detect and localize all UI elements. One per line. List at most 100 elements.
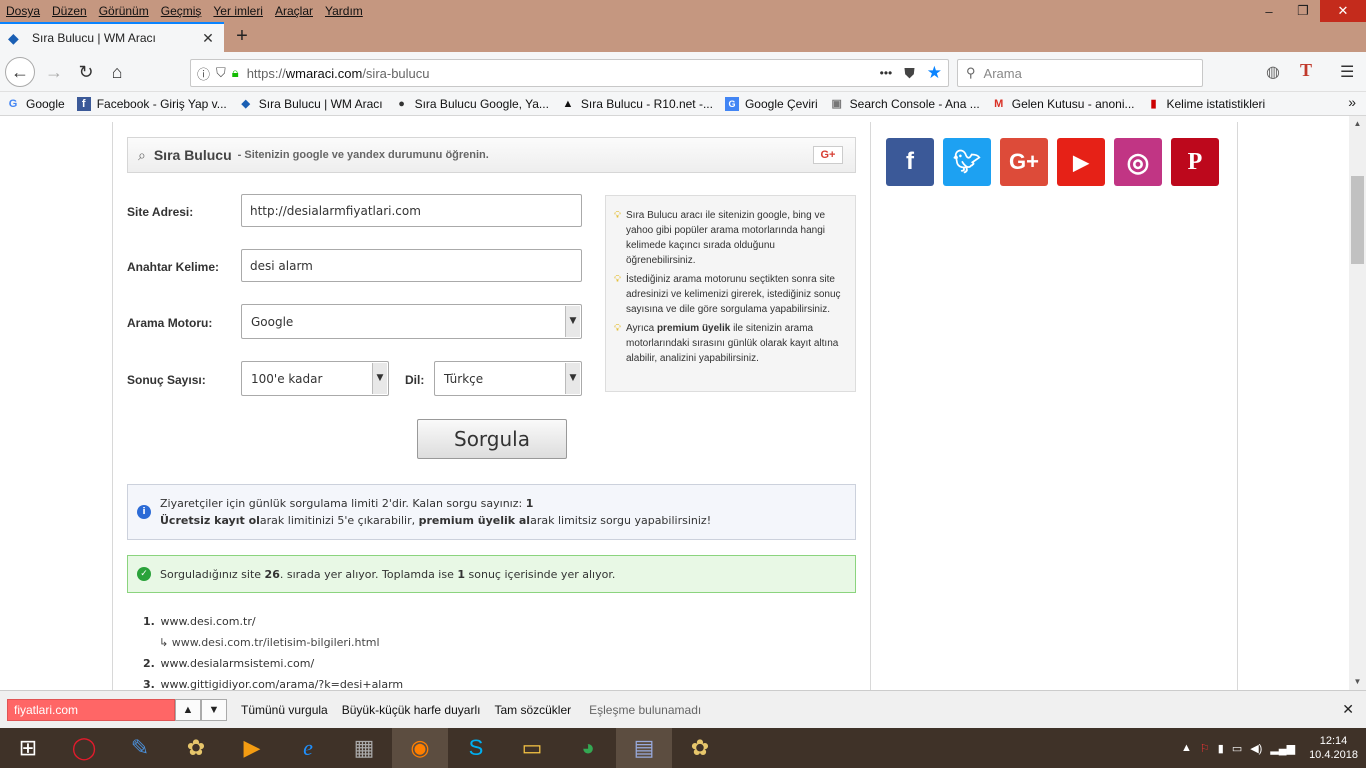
battery-icon[interactable]: ▮ — [1218, 742, 1224, 755]
bookmarks-overflow-icon[interactable]: » — [1348, 94, 1356, 110]
find-close-icon[interactable]: ✕ — [1342, 701, 1354, 718]
scroll-down-icon[interactable]: ▼ — [1349, 674, 1366, 690]
menu-gorunum[interactable]: Görünüm — [93, 4, 155, 18]
find-previous-button[interactable]: ▲ — [175, 698, 201, 721]
menu-yer-imleri[interactable]: Yer imleri — [207, 4, 269, 18]
whole-words-toggle[interactable]: Tam sözcükler — [494, 703, 571, 717]
facebook-icon: f — [76, 96, 91, 111]
twitter-icon[interactable]: 🐦︎ — [943, 138, 991, 186]
tray-overflow-icon[interactable]: ▲ — [1181, 742, 1192, 754]
menu-duzen[interactable]: Düzen — [46, 4, 93, 18]
forward-button[interactable]: → — [40, 58, 68, 86]
list-item[interactable]: 3. www.gittigidiyor.com/arama/?k=desi+al… — [143, 674, 403, 690]
bookmark-sira-bulucu-wm[interactable]: ◆ Sıra Bulucu | WM Aracı — [239, 97, 383, 111]
tab-sira-bulucu[interactable]: ◆ Sıra Bulucu | WM Aracı ✕ — [0, 22, 224, 52]
facebook-icon[interactable]: f — [886, 138, 934, 186]
notification-icon[interactable]: ⚐ — [1200, 742, 1210, 755]
list-subitem[interactable]: ↳ www.desi.com.tr/iletisim-bilgileri.htm… — [143, 632, 403, 653]
bookmark-sira-bulucu-google[interactable]: ● Sıra Bulucu Google, Ya... — [395, 97, 549, 111]
result-count-select[interactable]: 100'e kadar ▼ — [241, 361, 389, 396]
minimize-button[interactable]: – — [1252, 0, 1286, 22]
signal-icon[interactable]: ▂▄▆ — [1270, 742, 1295, 755]
site-address-input[interactable]: http://desialarmfiyatlari.com — [241, 194, 582, 227]
bookmark-r10[interactable]: ▲ Sıra Bulucu - R10.net -... — [561, 97, 713, 111]
search-box[interactable]: ⚲ Arama — [957, 59, 1203, 87]
globe-icon[interactable]: ◍ — [1266, 62, 1280, 82]
translate-extension-icon[interactable]: T — [1300, 60, 1312, 81]
keyword-input[interactable]: desi alarm — [241, 249, 582, 282]
query-submit-button[interactable]: Sorgula — [417, 419, 567, 459]
premium-link[interactable]: premium üyelik al — [419, 514, 530, 527]
scroll-up-icon[interactable]: ▲ — [1349, 116, 1366, 132]
menu-araclar[interactable]: Araçlar — [269, 4, 319, 18]
tracking-shield-icon[interactable]: ⛉ — [216, 65, 226, 81]
paint-icon-2[interactable]: ✿ — [672, 728, 728, 768]
close-window-button[interactable]: ✕ — [1320, 0, 1366, 22]
instagram-icon[interactable]: ◎ — [1114, 138, 1162, 186]
pinterest-icon[interactable]: P — [1171, 138, 1219, 186]
paint-icon[interactable]: ✿ — [168, 728, 224, 768]
app-icon[interactable]: ✎ — [112, 728, 168, 768]
result-message: Sorguladığınız site 26. sırada yer alıyo… — [160, 568, 615, 581]
result-url: www.desi.com.tr/ — [160, 615, 256, 628]
clock-time: 12:14 — [1319, 735, 1348, 747]
bookmark-search-console[interactable]: ▣ Search Console - Ana ... — [830, 97, 979, 111]
find-input[interactable]: fiyatlari.com — [7, 698, 175, 721]
google-icon: G — [8, 97, 18, 110]
clock[interactable]: 12:14 10.4.2018 — [1309, 734, 1358, 762]
lock-icon[interactable]: 🔒︎ — [232, 65, 239, 81]
maximize-button[interactable]: ❐ — [1286, 0, 1320, 22]
menu-yardim[interactable]: Yardım — [319, 4, 369, 18]
file-explorer-icon[interactable]: ▭ — [504, 728, 560, 768]
new-tab-button[interactable]: + — [230, 24, 254, 50]
internet-explorer-icon[interactable]: e — [280, 728, 336, 768]
premium-membership-text: premium üyelik — [656, 323, 731, 334]
google-plus-icon[interactable]: G+ — [1000, 138, 1048, 186]
site-address-label: Site Adresi: — [127, 205, 194, 219]
windows-start-icon[interactable]: ⊞ — [0, 728, 56, 768]
network-icon[interactable]: ▭ — [1232, 742, 1242, 755]
highlight-all-toggle[interactable]: Tümünü vurgula — [241, 703, 328, 717]
calculator-icon[interactable]: ▦ — [336, 728, 392, 768]
youtube-icon[interactable]: ▶ — [1057, 138, 1105, 186]
language-select[interactable]: Türkçe ▼ — [434, 361, 582, 396]
bookmark-label: Gelen Kutusu - anoni... — [1011, 96, 1135, 111]
media-player-icon[interactable]: ▶ — [224, 728, 280, 768]
result-msg-part: Sorguladığınız site — [160, 567, 265, 581]
bookmark-label: Sıra Bulucu | WM Aracı — [258, 96, 383, 111]
info-icon[interactable]: ⓘ — [197, 64, 210, 83]
google-plus-share-button[interactable]: G+ — [813, 146, 843, 164]
match-case-toggle[interactable]: Büyük-küçük harfe duyarlı — [342, 703, 481, 717]
bookmark-google-ceviri[interactable]: G Google Çeviri — [724, 96, 818, 111]
back-button[interactable]: ← — [5, 57, 35, 87]
bookmark-facebook[interactable]: f Facebook - Giriş Yap v... — [76, 96, 227, 111]
check-circle-icon: ✓ — [137, 567, 151, 581]
chrome-icon[interactable]: ◕ — [560, 728, 616, 768]
menu-gecmis[interactable]: Geçmiş — [155, 4, 208, 18]
bookmark-google[interactable]: G Google — [6, 97, 65, 111]
pocket-icon[interactable]: ⛊ — [904, 65, 915, 82]
firefox-icon[interactable]: ◉ — [392, 728, 448, 768]
list-item[interactable]: 2. www.desialarmsistemi.com/ — [143, 653, 403, 674]
home-button[interactable]: ⌂ — [103, 58, 131, 86]
skype-icon[interactable]: S — [448, 728, 504, 768]
page-content: ⌕ Sıra Bulucu - Sitenizin google ve yand… — [0, 116, 1366, 690]
volume-icon[interactable]: ◀) — [1250, 742, 1262, 755]
opera-icon[interactable]: ◯ — [56, 728, 112, 768]
free-register-link[interactable]: Ücretsiz kayıt ol — [160, 514, 260, 527]
bookmark-kelime[interactable]: ▮ Kelime istatistikleri — [1147, 97, 1265, 111]
hamburger-menu-icon[interactable]: ☰ — [1340, 62, 1354, 82]
tab-close-icon[interactable]: ✕ — [200, 30, 216, 47]
bookmark-gmail[interactable]: M Gelen Kutusu - anoni... — [992, 96, 1135, 111]
scrollbar-thumb[interactable] — [1351, 176, 1364, 264]
search-engine-select[interactable]: Google ▼ — [241, 304, 582, 339]
bookmark-star-icon[interactable]: ★ — [927, 63, 942, 83]
notes-icon[interactable]: ▤ — [616, 728, 672, 768]
page-actions-icon[interactable]: ••• — [880, 66, 893, 80]
menu-dosya[interactable]: Dosya — [0, 4, 46, 18]
url-bar[interactable]: ⓘ ⛉ 🔒︎ https:// wmaraci.com /sira-bulucu… — [190, 59, 949, 87]
list-item[interactable]: 1. www.desi.com.tr/ — [143, 611, 403, 632]
reload-button[interactable]: ↻ — [72, 58, 100, 86]
page-scrollbar[interactable]: ▲ ▼ — [1349, 116, 1366, 690]
find-next-button[interactable]: ▼ — [201, 698, 227, 721]
